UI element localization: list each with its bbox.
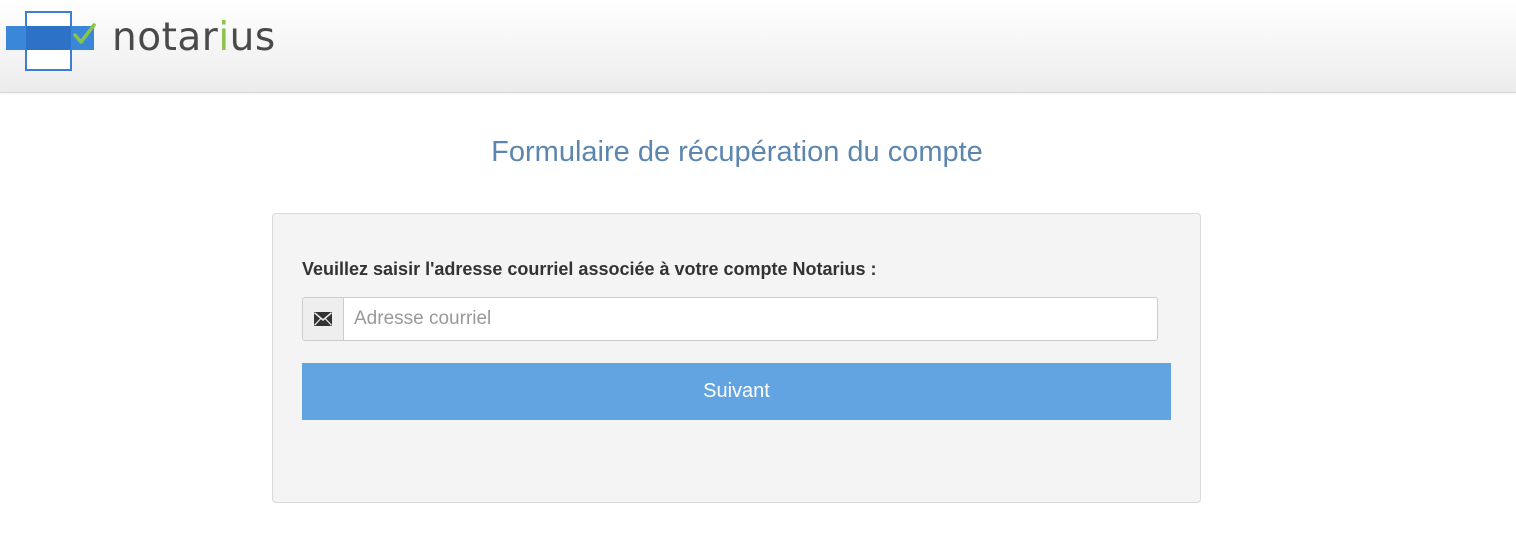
recovery-form-panel: Veuillez saisir l'adresse courriel assoc… xyxy=(272,213,1201,503)
page-title: Formulaire de récupération du compte xyxy=(491,136,983,168)
email-input-group xyxy=(302,297,1158,341)
next-button[interactable]: Suivant xyxy=(302,363,1171,420)
top-header: notarius xyxy=(0,0,1516,93)
email-input-addon xyxy=(303,298,344,340)
email-prompt-label: Veuillez saisir l'adresse courriel assoc… xyxy=(302,259,877,279)
notarius-logo-icon xyxy=(6,11,96,71)
notarius-wordmark: notarius xyxy=(112,15,276,60)
notarius-logo[interactable]: notarius xyxy=(6,10,296,72)
email-input[interactable] xyxy=(344,298,1157,340)
envelope-icon xyxy=(314,312,332,326)
